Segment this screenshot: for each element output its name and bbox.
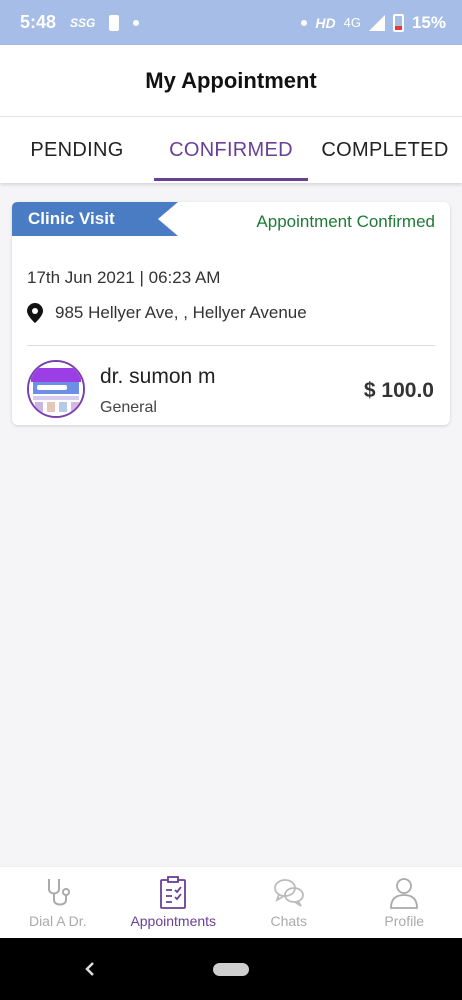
appointment-datetime: 17th Jun 2021 | 06:23 AM bbox=[27, 268, 221, 287]
location-pin-icon bbox=[27, 303, 43, 323]
status-time: 5:48 bbox=[20, 12, 57, 32]
appointment-status: Appointment Confirmed bbox=[256, 212, 435, 231]
notification-dot-icon bbox=[301, 19, 308, 26]
doctor-name: dr. sumon m bbox=[100, 365, 216, 388]
network-type: 4G bbox=[343, 15, 361, 30]
status-bar: 5:48 SSG HD 4G 15% bbox=[0, 0, 462, 45]
nav-profile[interactable]: Profile bbox=[347, 867, 462, 938]
chat-icon bbox=[273, 879, 304, 907]
nav-label: Chats bbox=[270, 913, 308, 929]
nav-chats[interactable]: Chats bbox=[231, 867, 347, 938]
notification-dot-icon bbox=[133, 19, 140, 26]
clipboard-icon bbox=[160, 876, 187, 909]
nav-label: Dial A Dr. bbox=[28, 913, 87, 929]
visit-type-badge: Clinic Visit bbox=[12, 202, 178, 236]
nav-appointments[interactable]: Appointments bbox=[116, 867, 232, 938]
address-row: 985 Hellyer Ave, , Hellyer Avenue bbox=[27, 303, 307, 323]
stethoscope-icon bbox=[47, 879, 70, 906]
doctor-specialty: General bbox=[100, 399, 157, 416]
battery-percent: 15% bbox=[411, 12, 446, 32]
home-button[interactable] bbox=[213, 963, 249, 976]
tab-bar: PENDING CONFIRMED COMPLETED bbox=[0, 117, 462, 183]
app-header: My Appointment bbox=[0, 45, 462, 117]
back-icon[interactable] bbox=[80, 956, 100, 982]
system-nav-bar bbox=[0, 938, 462, 1000]
tab-confirmed[interactable]: CONFIRMED bbox=[154, 117, 308, 183]
appointment-price: $ 100.0 bbox=[363, 379, 434, 402]
divider bbox=[27, 345, 435, 346]
tab-pending[interactable]: PENDING bbox=[0, 117, 154, 183]
signal-icon bbox=[368, 14, 385, 31]
carrier-icon: SSG bbox=[70, 15, 96, 30]
appointment-address: 985 Hellyer Ave, , Hellyer Avenue bbox=[55, 303, 307, 322]
nav-label: Appointments bbox=[130, 913, 217, 929]
bottom-nav: Dial A Dr. Appointments Chats Profile bbox=[0, 866, 462, 938]
page-title: My Appointment bbox=[145, 67, 317, 93]
person-icon bbox=[390, 878, 419, 909]
tab-completed[interactable]: COMPLETED bbox=[308, 117, 462, 183]
appointment-card[interactable]: Clinic Visit Appointment Confirmed 17th … bbox=[12, 202, 450, 425]
nav-label: Profile bbox=[384, 913, 425, 929]
battery-alert-icon bbox=[109, 14, 120, 31]
visit-type-label: Clinic Visit bbox=[28, 209, 115, 228]
doctor-avatar bbox=[27, 360, 85, 418]
battery-icon bbox=[392, 13, 404, 32]
hd-indicator: HD bbox=[315, 14, 336, 31]
nav-dial-a-dr[interactable]: Dial A Dr. bbox=[0, 867, 116, 938]
